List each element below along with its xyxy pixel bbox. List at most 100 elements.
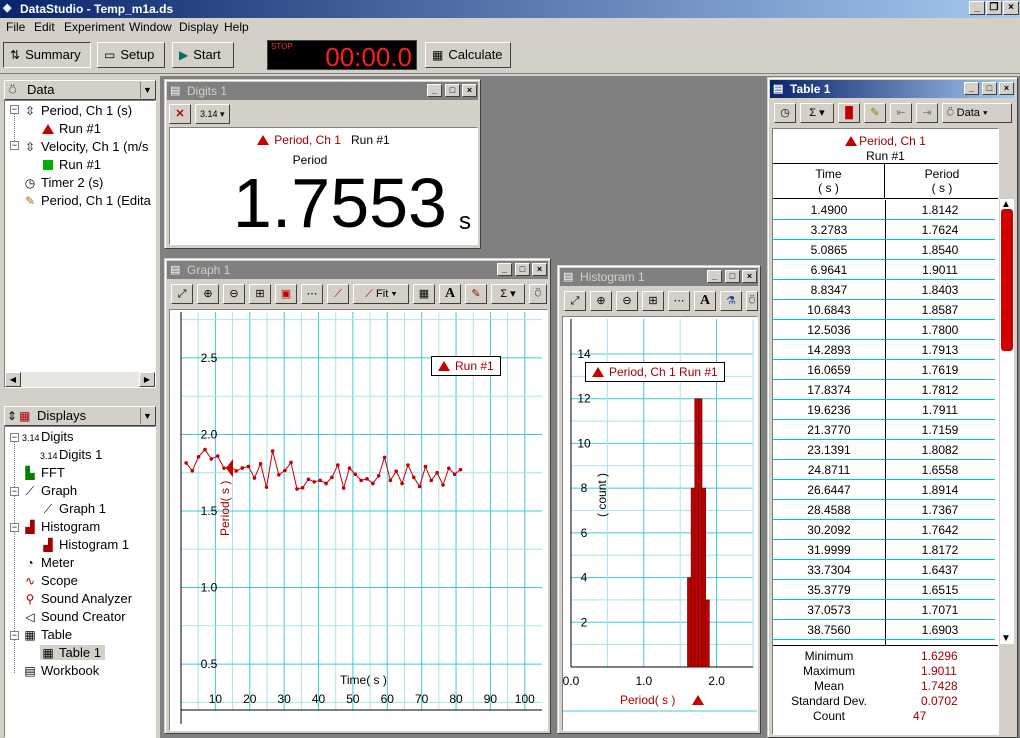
cell-time[interactable]: 16.0659	[773, 363, 885, 377]
cell-time[interactable]: 17.8374	[773, 383, 885, 397]
collapse-icon[interactable]: −	[10, 523, 19, 532]
collapse-icon[interactable]: −	[10, 487, 19, 496]
data-lock-icon[interactable]: ▣	[275, 284, 297, 304]
data-icon[interactable]: ⍥	[746, 291, 758, 311]
calculator-icon[interactable]: ▦	[413, 284, 435, 304]
graph-y-label[interactable]: Period( s )	[218, 481, 232, 536]
data-item-period-editable[interactable]: ✎ Period, Ch 1 (Edita	[22, 193, 151, 208]
pencil-icon[interactable]: ✎	[864, 103, 886, 123]
cell-period[interactable]: 1.8172	[885, 543, 995, 557]
data-item-period-run1[interactable]: Run #1	[40, 121, 101, 136]
table-row[interactable]: 21.3770 1.7159	[773, 420, 995, 440]
table-row[interactable]: 5.0865 1.8540	[773, 240, 995, 260]
cell-period[interactable]: 1.7071	[885, 603, 995, 617]
table-row[interactable]: 35.3779 1.6515	[773, 580, 995, 600]
cell-time[interactable]: 5.0865	[773, 243, 885, 257]
display-item-digits-1[interactable]: 3.14Digits 1	[40, 447, 102, 462]
table-row[interactable]: 3.2783 1.7624	[773, 220, 995, 240]
data-dropdown[interactable]: ⍥ Data ▾	[942, 103, 1012, 123]
cell-time[interactable]: 35.3779	[773, 583, 885, 597]
table-row[interactable]: 16.0659 1.7619	[773, 360, 995, 380]
close-icon[interactable]: ×	[1003, 1, 1019, 15]
cell-time[interactable]: 8.8347	[773, 283, 885, 297]
graph-plot-area[interactable]: 10 20 30 40 50 60 70 80 90 100 2.5 2.0 1.5 1.0 0.5 Run…	[169, 309, 548, 731]
table-row[interactable]: 1.4900 1.8142	[773, 200, 995, 220]
histogram-plot-area[interactable]: 14 12 10 8 6 4 2 0.0 1.0 2.0 Period, Ch 1 Run #1 …	[562, 316, 758, 731]
statistics-dropdown[interactable]: Σ ▾	[800, 103, 834, 123]
cell-period[interactable]: 1.8403	[885, 283, 995, 297]
close-icon[interactable]: ×	[999, 82, 1014, 95]
data-panel-header[interactable]: ⍥ Data ▼	[4, 80, 156, 100]
table-row[interactable]: 14.2893 1.7913	[773, 340, 995, 360]
histogram-window-titlebar[interactable]: ▤ Histogram 1 _ □ ×	[560, 268, 758, 286]
table-row[interactable]: 30.2092 1.7642	[773, 520, 995, 540]
cell-time[interactable]: 38.7560	[773, 623, 885, 637]
data-item-timer[interactable]: ◷ Timer 2 (s)	[22, 175, 104, 190]
cell-period[interactable]: 1.8914	[885, 483, 995, 497]
menu-help[interactable]: Help	[224, 20, 249, 34]
annotation-icon[interactable]: A	[694, 291, 716, 311]
maximize-icon[interactable]: □	[445, 84, 460, 97]
cell-period[interactable]: 1.7619	[885, 363, 995, 377]
cell-period[interactable]: 1.7159	[885, 423, 995, 437]
chevron-down-icon[interactable]: ▼	[140, 82, 154, 98]
menu-window[interactable]: Window	[129, 20, 172, 34]
scroll-left-icon[interactable]: ◀	[5, 372, 21, 387]
table-window-titlebar[interactable]: ▤ Table 1 _ □ ×	[770, 80, 1015, 98]
bin-settings-icon[interactable]: ⚗	[720, 291, 742, 311]
display-item-graph-1[interactable]: ⟋ Graph 1	[40, 501, 106, 517]
table-row[interactable]: 23.1391 1.8082	[773, 440, 995, 460]
table-row[interactable]: 26.6447 1.8914	[773, 480, 995, 500]
table-row[interactable]: 33.7304 1.6437	[773, 560, 995, 580]
collapse-icon[interactable]: −	[10, 141, 19, 150]
data-lock-icon[interactable]: ▐▌	[838, 103, 860, 123]
zoom-in-icon[interactable]: ⊕	[197, 284, 219, 304]
annotation-icon[interactable]: A	[439, 284, 461, 304]
delete-row-icon[interactable]: ⇥	[916, 103, 938, 123]
close-icon[interactable]: ×	[462, 84, 477, 97]
table-row[interactable]: 31.9999 1.8172	[773, 540, 995, 560]
cell-time[interactable]: 37.0573	[773, 603, 885, 617]
cell-time[interactable]: 31.9999	[773, 543, 885, 557]
scale-to-fit-icon[interactable]: ⤢	[564, 291, 586, 311]
scroll-right-icon[interactable]: ▶	[139, 372, 155, 387]
minimize-icon[interactable]: _	[707, 270, 722, 283]
scale-to-fit-icon[interactable]: ⤢	[171, 284, 193, 304]
smart-tool-icon[interactable]: ⋯	[668, 291, 690, 311]
maximize-icon[interactable]: □	[982, 82, 997, 95]
calculate-button[interactable]: ▦ Calculate	[425, 42, 511, 68]
graph-window-titlebar[interactable]: ▤ Graph 1 _ □ ×	[167, 261, 548, 279]
cell-period[interactable]: 1.9011	[885, 263, 995, 277]
maximize-icon[interactable]: □	[725, 270, 740, 283]
minimize-icon[interactable]: _	[427, 84, 442, 97]
cell-time[interactable]: 30.2092	[773, 523, 885, 537]
cell-period[interactable]: 1.7911	[885, 403, 995, 417]
cell-time[interactable]: 12.5036	[773, 323, 885, 337]
start-button[interactable]: ▶ Start	[172, 42, 234, 68]
cell-period[interactable]: 1.8540	[885, 243, 995, 257]
cell-time[interactable]: 28.4588	[773, 503, 885, 517]
cell-period[interactable]: 1.8082	[885, 443, 995, 457]
zoom-select-icon[interactable]: ⊞	[642, 291, 664, 311]
table-row[interactable]: 19.6236 1.7911	[773, 400, 995, 420]
table-row[interactable]: 37.0573 1.7071	[773, 600, 995, 620]
column-header-period[interactable]: Period( s )	[886, 164, 998, 198]
scroll-down-icon[interactable]: ▼	[1001, 633, 1011, 644]
cell-period[interactable]: 1.7624	[885, 223, 995, 237]
cell-period[interactable]: 1.7913	[885, 343, 995, 357]
display-item-table[interactable]: ▦ Table	[22, 627, 72, 642]
digits-format-button[interactable]: 3.14 ▾	[195, 104, 230, 124]
collapse-icon[interactable]: −	[10, 433, 19, 442]
fit-dropdown[interactable]: ⟋ Fit ▾	[353, 284, 409, 304]
cell-period[interactable]: 1.7800	[885, 323, 995, 337]
display-item-table-1[interactable]: ▦ Table 1	[40, 645, 105, 660]
table-row[interactable]: 10.6843 1.8587	[773, 300, 995, 320]
minimize-icon[interactable]: _	[969, 1, 985, 15]
data-item-period[interactable]: ⇳ Period, Ch 1 (s)	[22, 103, 132, 118]
cell-period[interactable]: 1.6903	[885, 623, 995, 637]
menu-edit[interactable]: Edit	[34, 20, 55, 34]
table-row[interactable]: 8.8347 1.8403	[773, 280, 995, 300]
zoom-out-icon[interactable]: ⊖	[223, 284, 245, 304]
setup-button[interactable]: ▭ Setup	[97, 42, 165, 68]
cell-time[interactable]: 21.3770	[773, 423, 885, 437]
